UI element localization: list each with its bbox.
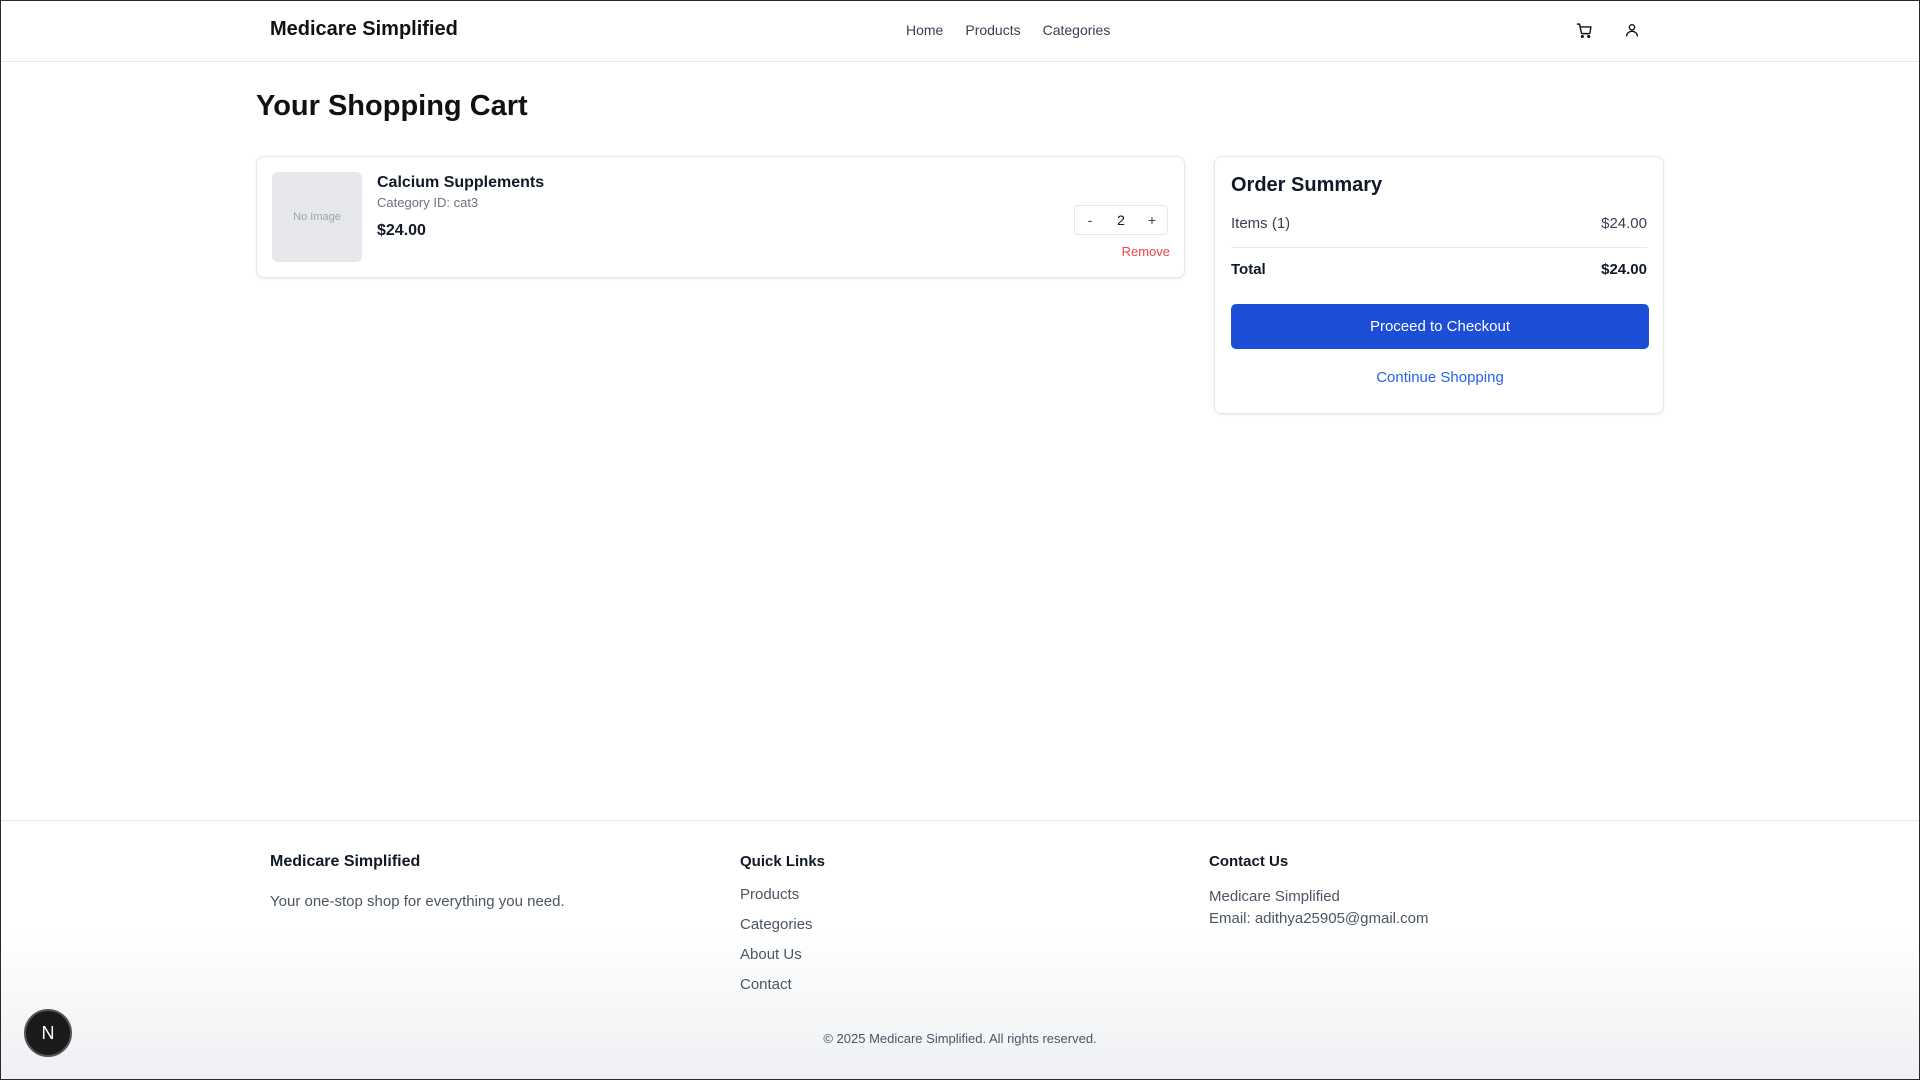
quick-links-list: Products Categories About Us Contact	[740, 886, 825, 1006]
cart-icon[interactable]	[1574, 20, 1594, 40]
cart-item-card: No Image Calcium Supplements Category ID…	[256, 156, 1185, 278]
footer-quick-links-column: Quick Links Products Categories About Us…	[740, 853, 825, 1006]
contact-heading: Contact Us	[1209, 853, 1289, 870]
increment-button[interactable]: +	[1145, 212, 1159, 228]
product-name: Calcium Supplements	[377, 174, 545, 191]
main-nav: Home Products Categories	[906, 22, 1110, 38]
footer-tagline: Your one-stop shop for everything you ne…	[270, 893, 565, 910]
user-icon[interactable]	[1622, 20, 1642, 40]
items-value: $24.00	[1601, 215, 1647, 232]
remove-button[interactable]: Remove	[1122, 244, 1170, 259]
contact-email: Email: adithya25905@gmail.com	[1209, 910, 1429, 927]
footer-contact-column: Contact Us Medicare Simplified Email: ad…	[1209, 853, 1429, 930]
site-header: Medicare Simplified Home Products Catego…	[0, 0, 1920, 62]
page-title: Your Shopping Cart	[256, 90, 528, 122]
product-category: Category ID: cat3	[377, 195, 479, 210]
proceed-to-checkout-button[interactable]: Proceed to Checkout	[1231, 304, 1649, 349]
summary-items-row: Items (1) $24.00	[1231, 215, 1647, 232]
footer-link-contact[interactable]: Contact	[740, 976, 825, 1006]
nav-categories[interactable]: Categories	[1043, 22, 1111, 38]
decrement-button[interactable]: -	[1083, 212, 1097, 228]
brand-logo[interactable]: Medicare Simplified	[270, 18, 458, 41]
nextjs-icon[interactable]: N	[24, 1009, 72, 1057]
contact-name: Medicare Simplified	[1209, 888, 1340, 905]
footer-brand-column: Medicare Simplified Your one-stop shop f…	[270, 853, 565, 910]
footer-link-about-us[interactable]: About Us	[740, 946, 825, 976]
product-image-placeholder: No Image	[272, 172, 362, 262]
site-footer: Medicare Simplified Your one-stop shop f…	[0, 820, 1920, 1080]
quantity-value: 2	[1117, 212, 1125, 228]
copyright-text: © 2025 Medicare Simplified. All rights r…	[823, 1031, 1097, 1046]
product-price: $24.00	[377, 222, 426, 239]
continue-shopping-link[interactable]: Continue Shopping	[1231, 369, 1649, 386]
nav-products[interactable]: Products	[965, 22, 1020, 38]
footer-link-categories[interactable]: Categories	[740, 916, 825, 946]
quantity-stepper: - 2 +	[1074, 205, 1168, 235]
footer-link-products[interactable]: Products	[740, 886, 825, 916]
nav-home[interactable]: Home	[906, 22, 943, 38]
quick-links-heading: Quick Links	[740, 853, 826, 870]
order-summary-card: Order Summary Items (1) $24.00 Total $24…	[1214, 156, 1664, 414]
summary-total-row: Total $24.00	[1231, 261, 1647, 278]
items-label: Items (1)	[1231, 215, 1291, 232]
summary-divider	[1231, 247, 1647, 248]
total-value: $24.00	[1601, 261, 1647, 278]
nextjs-letter: N	[42, 1023, 55, 1043]
total-label: Total	[1231, 261, 1266, 278]
footer-brand: Medicare Simplified	[270, 853, 421, 870]
order-summary-title: Order Summary	[1231, 174, 1383, 196]
